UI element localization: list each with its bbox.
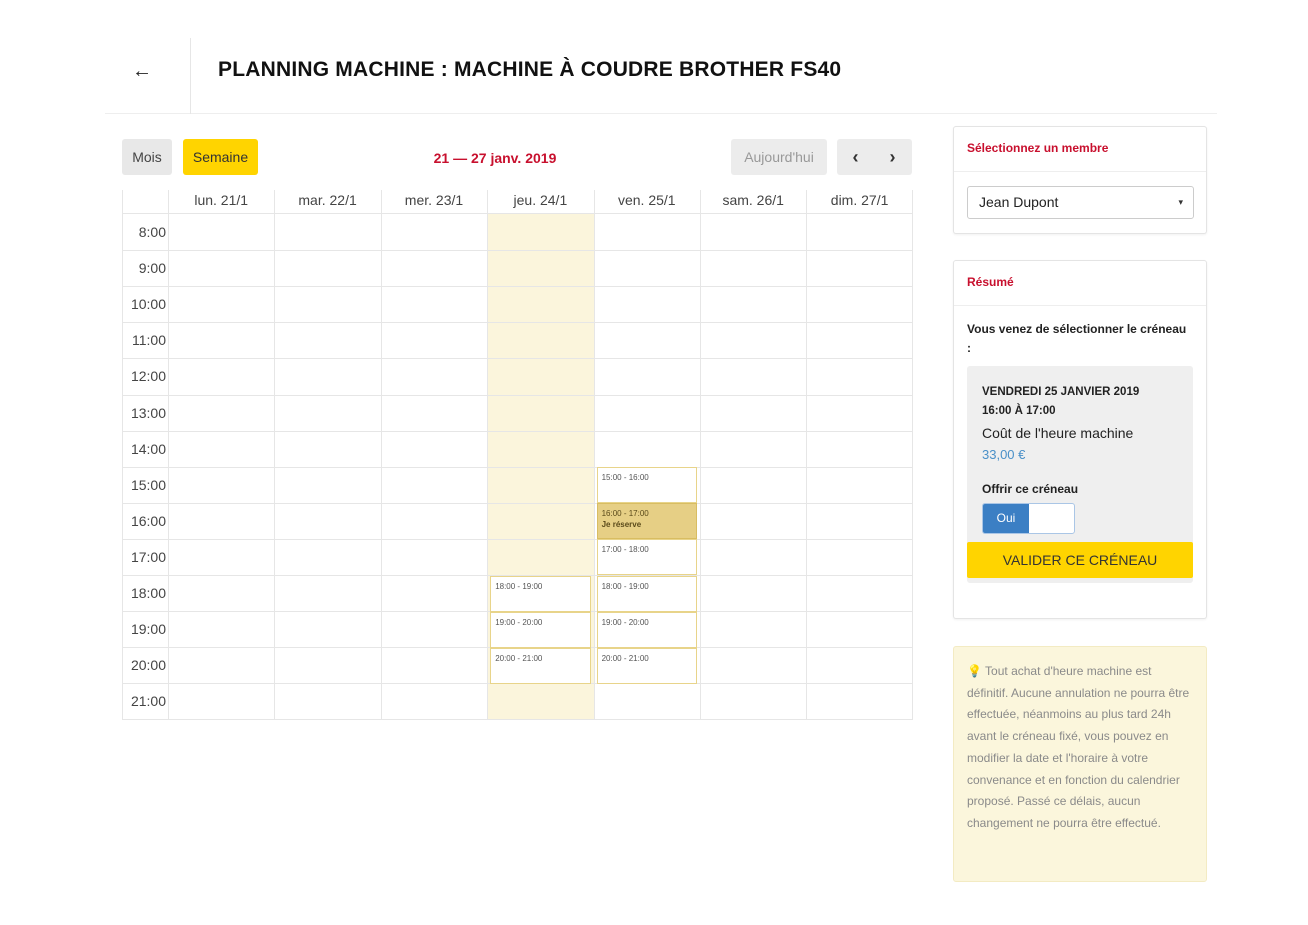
- slot-time-label: 20:00 - 21:00: [601, 653, 649, 663]
- date-range-title: 21 — 27 janv. 2019: [433, 150, 557, 166]
- slot-reserve-label: Je réserve: [601, 520, 642, 530]
- time-label: 20:00: [130, 657, 166, 674]
- slot-time-label: 18:00 - 19:00: [495, 581, 543, 591]
- panel-divider: [954, 171, 1206, 172]
- slot-date: VENDREDI 25 JANVIER 2019 16:00 À 17:00: [982, 383, 1139, 421]
- week-navigation: ‹ ›: [837, 139, 912, 175]
- column-gridline: [700, 190, 701, 719]
- day-header: mar. 22/1: [298, 192, 357, 208]
- time-label: 10:00: [130, 296, 166, 313]
- time-label: 13:00: [130, 404, 166, 421]
- selected-time-slot[interactable]: 16:00 - 17:00 Je réserve: [596, 503, 697, 540]
- panel-divider: [954, 305, 1206, 306]
- row-gridline: [122, 250, 913, 252]
- offer-slot-toggle[interactable]: Oui: [982, 503, 1075, 534]
- available-time-slot[interactable]: 20:00 - 21:00: [490, 647, 591, 684]
- column-gridline: [168, 190, 169, 719]
- row-gridline: [122, 358, 913, 360]
- day-header: ven. 25/1: [617, 192, 676, 208]
- page-title: PLANNING MACHINE : MACHINE À COUDRE BROT…: [218, 58, 842, 81]
- week-calendar: lun. 21/1 mar. 22/1 mer. 23/1 jeu. 24/1 ven.…: [122, 190, 913, 720]
- chevron-right-icon[interactable]: ›: [874, 139, 911, 175]
- row-gridline: [122, 466, 913, 468]
- slot-time-label: 20:00 - 21:00: [495, 653, 543, 663]
- cost-label: Coût de l'heure machine: [982, 425, 1134, 441]
- time-label: 11:00: [132, 332, 166, 349]
- day-header: dim. 27/1: [830, 192, 889, 208]
- column-gridline: [593, 190, 595, 719]
- slot-time-label: 18:00 - 19:00: [601, 581, 649, 591]
- caret-down-icon: ▾: [1178, 197, 1183, 207]
- back-arrow-icon[interactable]: ←: [127, 58, 157, 84]
- slot-time-label: 16:00 - 17:00: [601, 509, 649, 519]
- note-text: 💡 Tout achat d'heure machine est définit…: [967, 664, 1190, 830]
- time-label: 15:00: [130, 476, 166, 493]
- available-time-slot[interactable]: 18:00 - 19:00: [490, 575, 591, 612]
- column-gridline: [487, 190, 489, 719]
- time-label: 14:00: [130, 440, 166, 457]
- time-label: 17:00: [130, 548, 166, 565]
- row-gridline: [122, 538, 913, 540]
- cost-value: 33,00 €: [982, 447, 1026, 462]
- validate-slot-button[interactable]: VALIDER CE CRÉNEAU: [967, 542, 1193, 578]
- summary-intro: Vous venez de sélectionner le créneau :: [967, 322, 1187, 355]
- row-gridline: [122, 322, 913, 324]
- available-time-slot[interactable]: 19:00 - 20:00: [490, 611, 591, 648]
- available-time-slot[interactable]: 15:00 - 16:00: [596, 467, 697, 504]
- time-label: 16:00: [130, 512, 166, 529]
- slot-date-time: 16:00 À 17:00: [982, 405, 1056, 417]
- time-label: 12:00: [130, 368, 166, 385]
- toggle-on-label: Oui: [983, 504, 1029, 533]
- offer-slot-label: Offrir ce créneau: [982, 482, 1079, 496]
- row-gridline: [122, 502, 913, 504]
- page-header: ← PLANNING MACHINE : MACHINE À COUDRE BR…: [105, 38, 1217, 114]
- member-select[interactable]: Jean Dupont ▾: [967, 186, 1194, 219]
- slot-time-label: 19:00 - 20:00: [601, 617, 649, 627]
- available-time-slot[interactable]: 19:00 - 20:00: [596, 611, 697, 648]
- row-gridline: [122, 430, 913, 432]
- slot-time-label: 17:00 - 18:00: [601, 545, 649, 555]
- header-divider: [190, 38, 191, 114]
- time-label: 9:00: [138, 260, 166, 277]
- time-label: 21:00: [130, 693, 166, 710]
- chevron-left-icon[interactable]: ‹: [837, 139, 874, 175]
- day-header: jeu. 24/1: [513, 192, 568, 208]
- member-select-value: Jean Dupont: [979, 194, 1059, 210]
- available-time-slot[interactable]: 17:00 - 18:00: [596, 539, 697, 576]
- day-header: lun. 21/1: [194, 192, 249, 208]
- purchase-policy-note: 💡 Tout achat d'heure machine est définit…: [953, 646, 1207, 882]
- member-panel-title: Sélectionnez un membre: [967, 141, 1109, 155]
- week-view-button[interactable]: Semaine: [183, 139, 258, 175]
- day-header: mer. 23/1: [404, 192, 464, 208]
- column-gridline: [380, 190, 382, 719]
- time-label: 8:00: [138, 224, 166, 240]
- slot-time-label: 15:00 - 16:00: [601, 473, 649, 483]
- column-gridline: [274, 190, 276, 719]
- slot-date-day: VENDREDI 25 JANVIER 2019: [982, 386, 1140, 398]
- today-button[interactable]: Aujourd'hui: [731, 139, 827, 175]
- row-gridline: [122, 394, 913, 396]
- calendar-day-headers: lun. 21/1 mar. 22/1 mer. 23/1 jeu. 24/1 ven.…: [122, 190, 913, 214]
- summary-panel-title: Résumé: [967, 275, 1014, 289]
- slot-time-label: 19:00 - 20:00: [495, 617, 543, 627]
- available-time-slot[interactable]: 18:00 - 19:00: [596, 575, 697, 612]
- time-label: 19:00: [130, 621, 166, 638]
- member-panel: Sélectionnez un membre Jean Dupont ▾: [953, 126, 1207, 234]
- month-view-button[interactable]: Mois: [122, 139, 172, 175]
- column-gridline: [806, 190, 808, 719]
- summary-panel: Résumé Vous venez de sélectionner le cré…: [953, 260, 1207, 619]
- time-label: 18:00: [130, 585, 166, 601]
- available-time-slot[interactable]: 20:00 - 21:00: [596, 647, 697, 684]
- row-gridline: [122, 286, 913, 288]
- day-header: sam. 26/1: [722, 192, 784, 208]
